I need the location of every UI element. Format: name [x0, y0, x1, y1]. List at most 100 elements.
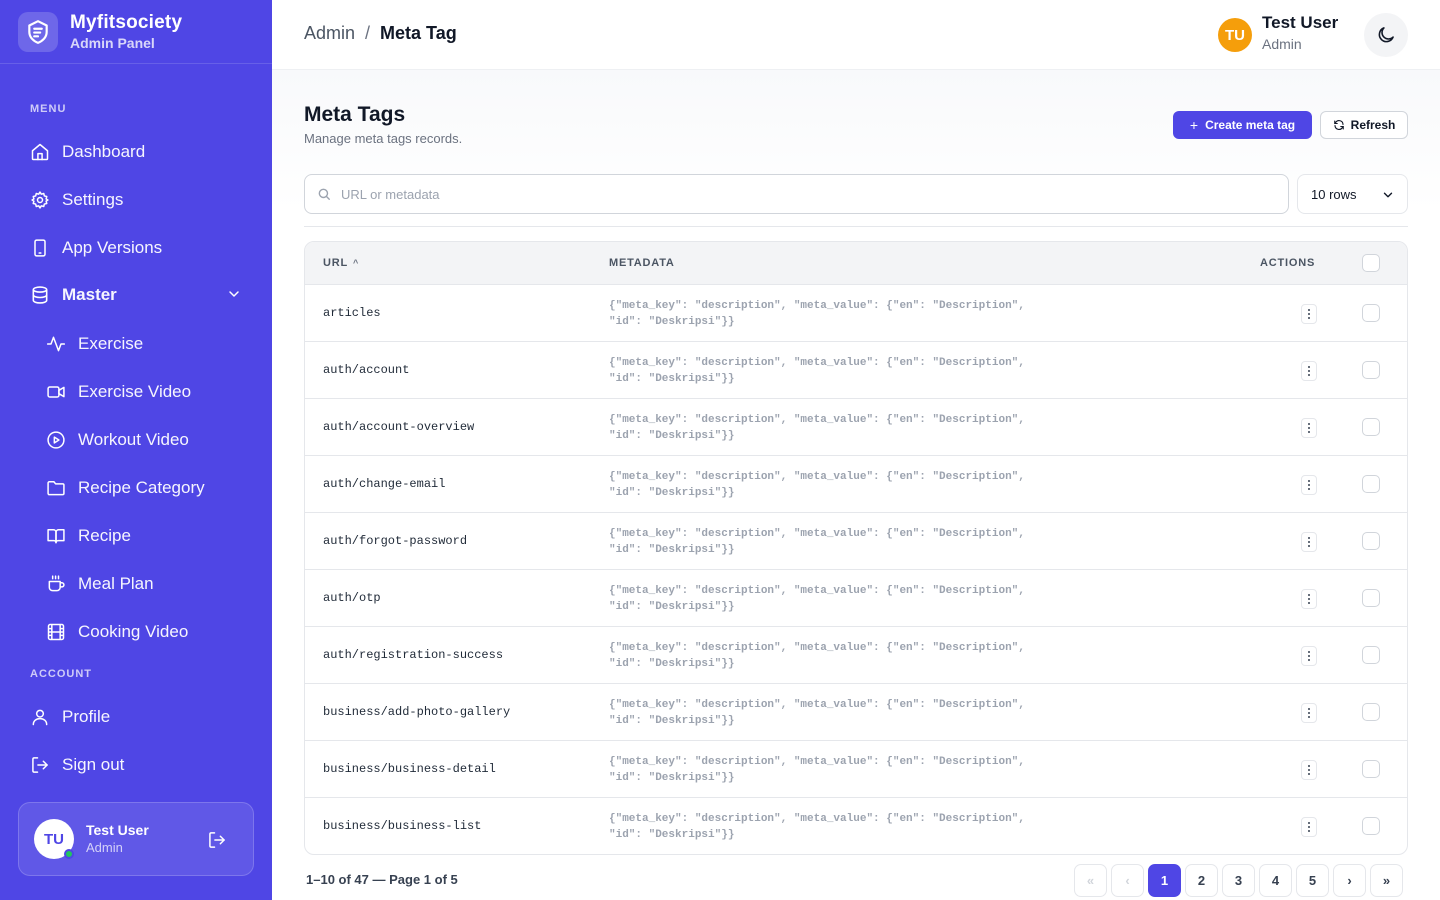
header-avatar[interactable]: TU [1218, 18, 1252, 52]
row-actions-menu-icon[interactable] [1301, 646, 1317, 666]
metadata-line: {"meta_key": "description", "meta_value"… [609, 699, 1025, 711]
sidebar-user-role: Admin [86, 840, 123, 855]
page-button-3[interactable]: 3 [1222, 864, 1255, 897]
url-cell: auth/otp [323, 591, 381, 605]
metadata-line: "id": "Deskripsi"}} [609, 601, 735, 613]
row-actions-menu-icon[interactable] [1301, 817, 1317, 837]
sidebar-item-label: Cooking Video [78, 622, 189, 641]
row-select-checkbox[interactable] [1362, 361, 1380, 379]
url-cell: business/business-list [323, 819, 482, 833]
select-all-checkbox[interactable] [1362, 254, 1380, 272]
row-select-checkbox[interactable] [1362, 475, 1380, 493]
sidebar-item-recipe-category[interactable]: Recipe Category [46, 474, 205, 502]
sidebar-item-app-versions[interactable]: App Versions [30, 234, 162, 262]
page-button-1[interactable]: 1 [1148, 864, 1181, 897]
metadata-line: {"meta_key": "description", "meta_value"… [609, 813, 1025, 825]
sidebar-user-card: TU Test User Admin [18, 802, 254, 876]
row-actions-menu-icon[interactable] [1301, 760, 1317, 780]
header-user-info[interactable]: Test User Admin [1262, 12, 1338, 54]
sidebar-item-label: Profile [62, 707, 111, 726]
divider [304, 226, 1408, 227]
row-select-checkbox[interactable] [1362, 304, 1380, 322]
breadcrumb: Admin / Meta Tag [304, 23, 457, 44]
column-header-url[interactable]: URL ^ [323, 257, 359, 269]
column-header-label: URL [323, 257, 349, 269]
row-select-checkbox[interactable] [1362, 589, 1380, 607]
chevron-down-icon[interactable] [226, 286, 242, 302]
row-select-checkbox[interactable] [1362, 760, 1380, 778]
page-button-5[interactable]: 5 [1296, 864, 1329, 897]
table-row: auth/registration-success {"meta_key": "d… [305, 627, 1407, 684]
account-section-label: ACCOUNT [30, 668, 92, 680]
sidebar-item-exercise[interactable]: Exercise [46, 330, 143, 358]
page-subtitle: Manage meta tags records. [304, 131, 463, 146]
row-actions-menu-icon[interactable] [1301, 475, 1317, 495]
sidebar-item-label: Dashboard [62, 142, 146, 161]
sidebar-item-sign-out[interactable]: Sign out [30, 751, 124, 779]
sidebar: Myfitsociety Admin Panel MENU Dashboard … [0, 0, 272, 900]
sidebar-item-recipe[interactable]: Recipe [46, 522, 131, 550]
logout-icon[interactable] [207, 830, 227, 850]
brand-name: Myfitsociety [70, 11, 183, 33]
rows-per-page-select[interactable]: 10 rows [1297, 174, 1408, 214]
metadata-cell: {"meta_key": "description", "meta_value"… [609, 526, 1069, 558]
gear-icon [30, 190, 50, 210]
row-select-checkbox[interactable] [1362, 817, 1380, 835]
metadata-cell: {"meta_key": "description", "meta_value"… [609, 697, 1069, 729]
metadata-line: {"meta_key": "description", "meta_value"… [609, 414, 1025, 426]
table-body: articles {"meta_key": "description", "met… [305, 285, 1407, 854]
breadcrumb-parent[interactable]: Admin [304, 23, 355, 44]
row-actions-menu-icon[interactable] [1301, 703, 1317, 723]
row-actions-menu-icon[interactable] [1301, 418, 1317, 438]
search-input[interactable] [341, 186, 1241, 202]
first-page-button[interactable]: « [1074, 864, 1107, 897]
breadcrumb-current: Meta Tag [380, 23, 457, 43]
sidebar-item-label: Workout Video [78, 430, 189, 449]
user-icon [30, 707, 50, 727]
sidebar-item-profile[interactable]: Profile [30, 703, 110, 731]
row-actions-menu-icon[interactable] [1301, 589, 1317, 609]
brand-subtitle: Admin Panel [70, 34, 155, 51]
sidebar-item-label: App Versions [62, 238, 163, 257]
sidebar-item-workout-video[interactable]: Workout Video [46, 426, 189, 454]
sidebar-item-cooking-video[interactable]: Cooking Video [46, 618, 188, 646]
sidebar-item-dashboard[interactable]: Dashboard [30, 138, 145, 166]
sidebar-item-meal-plan[interactable]: Meal Plan [46, 570, 154, 598]
brand-logo-icon [18, 11, 58, 52]
theme-toggle-button[interactable] [1364, 13, 1408, 57]
page-title: Meta Tags [304, 103, 406, 126]
next-page-button[interactable]: › [1333, 864, 1366, 897]
row-actions-menu-icon[interactable] [1301, 304, 1317, 324]
refresh-button[interactable]: Refresh [1320, 111, 1408, 139]
sidebar-item-master[interactable]: Master [30, 281, 117, 309]
last-page-button[interactable]: » [1370, 864, 1403, 897]
rows-per-page-value: 10 rows [1311, 186, 1357, 202]
row-select-checkbox[interactable] [1362, 532, 1380, 550]
sidebar-item-label: Sign out [62, 755, 125, 774]
row-select-checkbox[interactable] [1362, 418, 1380, 436]
row-actions-menu-icon[interactable] [1301, 361, 1317, 381]
table-row: articles {"meta_key": "description", "met… [305, 285, 1407, 342]
previous-page-button[interactable]: ‹ [1111, 864, 1144, 897]
page-button-4[interactable]: 4 [1259, 864, 1292, 897]
url-cell: auth/account [323, 363, 410, 377]
create-meta-tag-button[interactable]: + Create meta tag [1173, 111, 1312, 139]
row-select-checkbox[interactable] [1362, 703, 1380, 721]
page-button-2[interactable]: 2 [1185, 864, 1218, 897]
sidebar-item-settings[interactable]: Settings [30, 186, 123, 214]
url-cell: business/add-photo-gallery [323, 705, 511, 719]
sidebar-item-exercise-video[interactable]: Exercise Video [46, 378, 191, 406]
metadata-cell: {"meta_key": "description", "meta_value"… [609, 298, 1069, 330]
database-icon [30, 285, 50, 305]
metadata-line: "id": "Deskripsi"}} [609, 544, 735, 556]
refresh-button-label: Refresh [1350, 118, 1396, 132]
table-row: auth/account-overview {"meta_key": "descr… [305, 399, 1407, 456]
table-row: auth/account {"meta_key": "description", … [305, 342, 1407, 399]
brand[interactable]: Myfitsociety Admin Panel [0, 0, 272, 64]
smartphone-icon [30, 238, 50, 258]
activity-icon [46, 334, 66, 354]
row-actions-menu-icon[interactable] [1301, 532, 1317, 552]
online-status-dot [64, 849, 74, 859]
sidebar-item-label: Recipe Category [78, 478, 205, 497]
row-select-checkbox[interactable] [1362, 646, 1380, 664]
